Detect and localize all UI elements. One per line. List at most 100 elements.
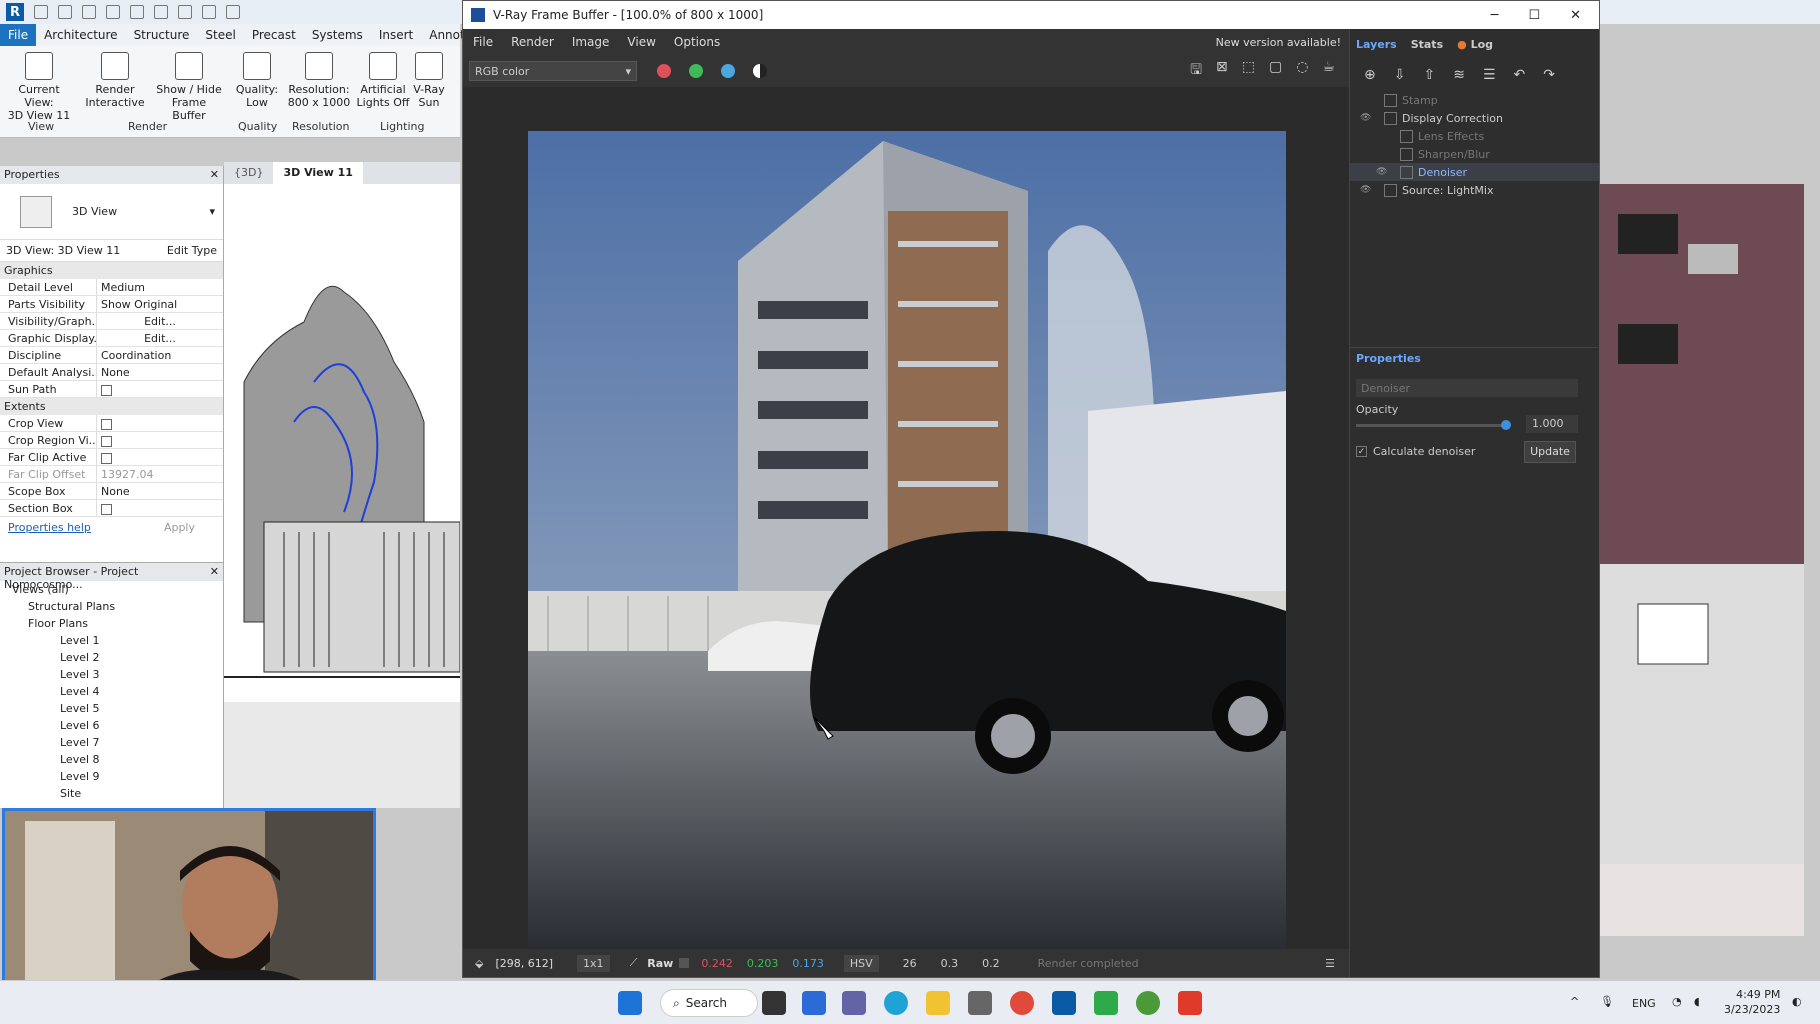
render-teapot-icon[interactable]: ☕ [1322,59,1335,83]
vfb-title-bar[interactable]: V-Ray Frame Buffer - [100.0% of 800 x 10… [463,1,1599,29]
browser-item[interactable]: Views (all) [4,581,223,598]
close-icon[interactable]: ✕ [210,565,219,579]
opacity-value[interactable]: 1.000 [1526,415,1578,433]
property-checkbox[interactable] [101,504,112,515]
red-channel-icon[interactable] [657,64,671,78]
instance-selector[interactable]: 3D View: 3D View 11 [6,244,120,257]
layer-name-field[interactable]: Denoiser [1356,379,1578,397]
property-value[interactable]: None [96,364,223,380]
region-render-icon[interactable]: ⬚ [1242,59,1255,83]
calculator-icon[interactable] [968,991,992,1015]
interactive-render-icon[interactable]: ◌ [1296,59,1308,83]
layer-item[interactable]: Sharpen/Blur [1350,145,1599,163]
slider-handle[interactable] [1501,420,1511,430]
revit-view-right[interactable] [1598,184,1804,936]
visibility-eye-icon[interactable]: 👁 [1360,113,1374,123]
tab-3d-view-11[interactable]: 3D View 11 [273,162,363,184]
file-explorer-icon[interactable] [926,991,950,1015]
browser-item[interactable]: Floor Plans [4,615,223,632]
opacity-slider[interactable] [1356,420,1511,430]
property-value[interactable]: Edit... [96,313,223,329]
tab-architecture[interactable]: Architecture [36,24,125,46]
blue-channel-icon[interactable] [721,64,735,78]
revit-view-area[interactable] [224,162,461,808]
zoom-select[interactable]: 1x1 [577,954,610,972]
tab-systems[interactable]: Systems [304,24,371,46]
revit-taskbar-icon[interactable] [1052,991,1076,1015]
load-layers-icon[interactable]: ⇧ [1423,67,1435,83]
record-app-icon[interactable] [1178,991,1202,1015]
property-checkbox[interactable] [101,436,112,447]
browser-item[interactable]: Level 3 [4,666,223,683]
redo-icon[interactable] [130,5,144,19]
tab-steel[interactable]: Steel [197,24,243,46]
visibility-eye-icon[interactable]: 👁 [1376,167,1390,177]
camtasia-icon[interactable] [1094,991,1118,1015]
layer-item[interactable]: 👁 Denoiser [1350,163,1599,181]
maximize-icon[interactable]: ☐ [1528,8,1540,23]
open-icon[interactable] [34,5,48,19]
sync-icon[interactable] [82,5,96,19]
property-value[interactable] [96,381,223,397]
layer-item[interactable]: Stamp [1350,91,1599,109]
tab-file[interactable]: File [0,24,37,46]
browser-item[interactable]: Level 6 [4,717,223,734]
calculate-denoiser-checkbox[interactable]: ✓ [1356,446,1367,457]
measure-icon[interactable] [178,5,192,19]
menu-file[interactable]: File [473,35,493,49]
current-view-button[interactable]: Current View: 3D View 11 [6,52,72,122]
tab-structure[interactable]: Structure [126,24,198,46]
close-icon[interactable]: ✕ [1570,8,1581,23]
teams-icon[interactable] [842,991,866,1015]
chevron-up-icon[interactable]: ^ [1570,995,1579,1008]
task-view-icon[interactable] [762,991,786,1015]
save-icon[interactable] [58,5,72,19]
alpha-channel-icon[interactable] [753,64,767,78]
vray-sun-button[interactable]: V-Ray Sun [404,52,454,109]
browser-item[interactable]: Level 2 [4,649,223,666]
tab-insert[interactable]: Insert [371,24,421,46]
layer-list-icon[interactable]: ☰ [1483,67,1496,83]
property-value[interactable]: None [96,483,223,499]
extents-section[interactable]: Extents [0,398,223,415]
close-icon[interactable]: ✕ [210,168,219,182]
volume-icon[interactable]: ◖ [1694,995,1700,1008]
color-picker-icon[interactable]: ⟋ [630,956,638,970]
browser-item[interactable]: Structural Plans [4,598,223,615]
layer-item[interactable]: 👁 Display Correction [1350,109,1599,127]
new-version-notice[interactable]: New version available! [1216,36,1341,49]
property-value[interactable] [96,432,223,448]
green-channel-icon[interactable] [689,64,703,78]
redo-icon[interactable]: ↷ [1543,67,1555,83]
browser-item[interactable]: Level 4 [4,683,223,700]
property-value[interactable] [96,415,223,431]
resolution-button[interactable]: Resolution: 800 x 1000 [286,52,352,109]
layer-item[interactable]: 👁 Source: LightMix [1350,181,1599,199]
revit-logo[interactable]: R [6,3,24,21]
frame-buffer-button[interactable]: Show / Hide Frame Buffer [156,52,222,122]
save-layers-icon[interactable]: ⇩ [1394,67,1406,83]
widgets-icon[interactable] [802,991,826,1015]
print-icon[interactable] [154,5,168,19]
start-icon[interactable] [618,991,642,1015]
browser-item[interactable]: Site [4,785,223,802]
property-value[interactable]: 13927.04 [96,466,223,482]
clear-image-icon[interactable]: ⊠ [1216,59,1228,83]
globe-app-icon[interactable] [1136,991,1160,1015]
tab-3d[interactable]: {3D} [224,162,273,184]
property-value[interactable]: Medium [96,279,223,295]
render-interactive-button[interactable]: Render Interactive [82,52,148,109]
property-value[interactable]: Show Original [96,296,223,312]
menu-view[interactable]: View [627,35,655,49]
channel-select[interactable]: RGB color ▾ [469,61,637,81]
pixel-info-icon[interactable]: ⬙ [475,957,483,970]
property-checkbox[interactable] [101,453,112,464]
browser-item[interactable]: Level 9 [4,768,223,785]
property-checkbox[interactable] [101,419,112,430]
browser-item[interactable]: Level 5 [4,700,223,717]
microphone-icon[interactable]: 🎙 [1600,995,1614,1008]
graphics-section[interactable]: Graphics [0,262,223,279]
menu-image[interactable]: Image [572,35,610,49]
tab-stats[interactable]: Stats [1411,38,1443,51]
property-value[interactable]: Coordination [96,347,223,363]
